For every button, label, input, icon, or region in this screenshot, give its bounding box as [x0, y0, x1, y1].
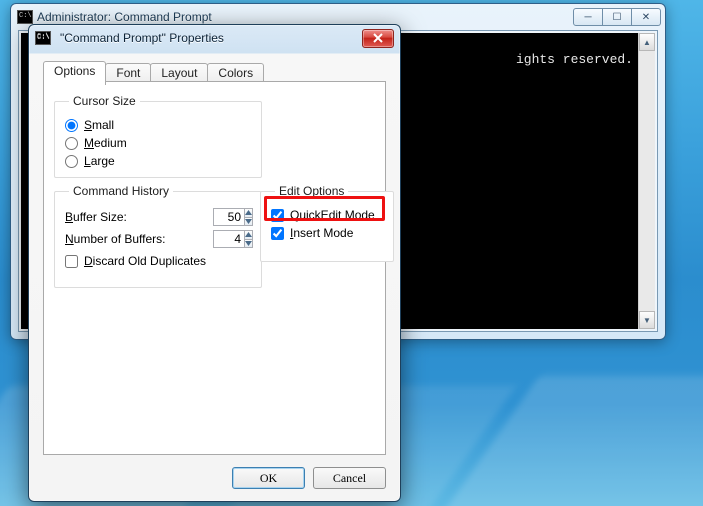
group-edit-options-label: Edit Options — [275, 184, 348, 198]
discard-dupes[interactable]: Discard Old Duplicates — [65, 252, 251, 270]
cancel-button[interactable]: Cancel — [313, 467, 386, 489]
close-icon — [373, 33, 383, 43]
group-cursor-size: Cursor Size SSmallmall Medium Large — [54, 94, 262, 178]
num-buffers-label: Number of Buffers: — [65, 232, 207, 246]
buffer-size-input[interactable] — [213, 208, 244, 226]
dialog-title: "Command Prompt" Properties — [60, 31, 224, 45]
num-buffers-input[interactable] — [213, 230, 244, 248]
discard-dupes-checkbox[interactable] — [65, 255, 78, 268]
dialog-close-button[interactable] — [362, 29, 394, 48]
cmd-scrollbar[interactable]: ▲ ▼ — [638, 33, 655, 329]
insert-checkbox[interactable] — [271, 227, 284, 240]
ok-button[interactable]: OK — [232, 467, 305, 489]
buffer-size-label: Buffer Size: — [65, 210, 207, 224]
scroll-up-button[interactable]: ▲ — [639, 33, 655, 51]
radio-small-input[interactable] — [65, 119, 78, 132]
radio-medium[interactable]: Medium — [65, 134, 251, 152]
group-command-history: Command History Buffer Size: Number of B… — [54, 184, 262, 288]
cmd-text: ights reserved. — [516, 51, 633, 68]
radio-large-input[interactable] — [65, 155, 78, 168]
dialog-titlebar[interactable]: "Command Prompt" Properties — [29, 25, 400, 51]
radio-medium-input[interactable] — [65, 137, 78, 150]
dialog-cmd-icon — [35, 31, 51, 45]
minimize-button[interactable]: ─ — [573, 8, 603, 26]
maximize-button[interactable]: ☐ — [603, 8, 632, 26]
num-buffers-up[interactable] — [245, 231, 252, 240]
buffer-size-down[interactable] — [245, 218, 252, 226]
buffer-size-spinner[interactable] — [213, 208, 251, 226]
quickedit-mode[interactable]: QuickEdit Mode — [271, 206, 383, 224]
cmd-icon — [17, 10, 33, 24]
radio-small[interactable]: SSmallmall — [65, 116, 251, 134]
insert-mode[interactable]: Insert Mode — [271, 224, 383, 242]
group-command-history-label: Command History — [69, 184, 173, 198]
tab-page-options: Cursor Size SSmallmall Medium Large Comm… — [43, 81, 386, 455]
dialog-buttons: OK Cancel — [232, 467, 386, 489]
num-buffers-down[interactable] — [245, 240, 252, 248]
radio-large[interactable]: Large — [65, 152, 251, 170]
properties-dialog: "Command Prompt" Properties Options Font… — [28, 24, 401, 502]
tab-options[interactable]: Options — [43, 61, 106, 85]
buffer-size-up[interactable] — [245, 209, 252, 218]
quickedit-checkbox[interactable] — [271, 209, 284, 222]
group-edit-options: Edit Options QuickEdit Mode Insert Mode — [260, 184, 394, 262]
close-button[interactable]: ✕ — [632, 8, 661, 26]
group-cursor-size-label: Cursor Size — [69, 94, 140, 108]
num-buffers-spinner[interactable] — [213, 230, 251, 248]
cmd-title: Administrator: Command Prompt — [37, 10, 573, 24]
tab-strip: Options Font Layout Colors — [43, 61, 263, 82]
scroll-down-button[interactable]: ▼ — [639, 311, 655, 329]
